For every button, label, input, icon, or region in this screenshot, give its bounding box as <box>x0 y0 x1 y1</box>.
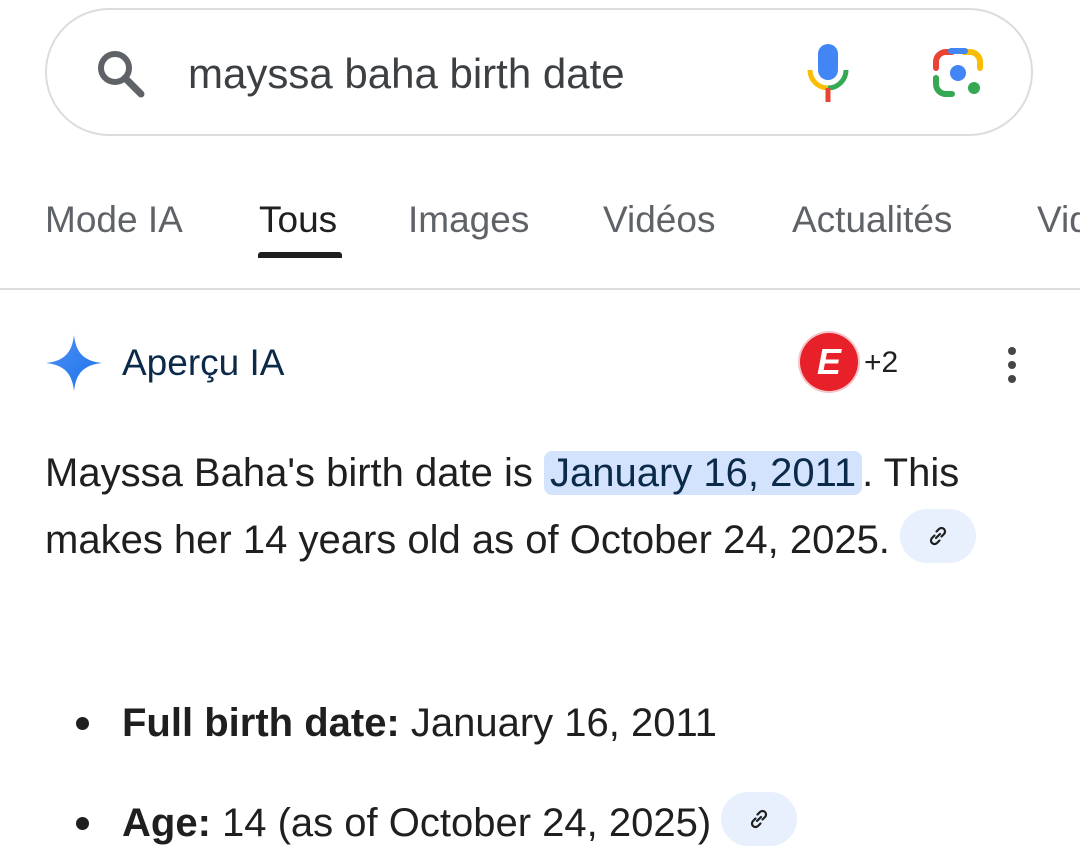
bullet-dot <box>76 817 89 830</box>
link-icon <box>751 810 768 829</box>
active-tab-indicator <box>258 252 342 258</box>
highlighted-answer[interactable]: January 16, 2011 <box>543 451 863 495</box>
tab-overflow[interactable]: Vid <box>1037 198 1080 242</box>
list-item: Full birth date: January 16, 2011 <box>0 690 1080 757</box>
bullet-label: Full birth date: <box>122 701 400 745</box>
bullet-dot <box>76 717 89 730</box>
citation-link-button[interactable] <box>721 792 798 847</box>
tab-tous[interactable]: Tous <box>259 198 337 242</box>
search-icon[interactable] <box>94 47 146 99</box>
bullet-value: January 16, 2011 <box>399 701 718 745</box>
tab-bar: Mode IA Tous Images Vidéos Actualités Vi… <box>0 188 1080 290</box>
citation-link-button[interactable] <box>899 509 976 564</box>
sparkle-icon <box>46 335 102 391</box>
link-icon <box>929 527 947 546</box>
lens-icon[interactable] <box>930 46 986 100</box>
ai-overview-header: Aperçu IA E +2 <box>0 325 1080 405</box>
more-vert-icon[interactable] <box>1002 345 1022 385</box>
ai-summary: Mayssa Baha's birth date is January 16, … <box>45 440 1045 574</box>
summary-text-before: Mayssa Baha's birth date is <box>45 451 544 495</box>
tab-images[interactable]: Images <box>408 198 529 242</box>
bullet-value: 14 (as of October 24, 2025) <box>210 801 712 845</box>
ai-overview-title: Aperçu IA <box>122 342 285 383</box>
bullet-label: Age: <box>122 801 211 845</box>
list-item: Age: 14 (as of October 24, 2025) <box>0 790 1080 857</box>
tab-actualites[interactable]: Actualités <box>792 198 952 242</box>
search-input[interactable]: mayssa baha birth date <box>188 48 625 100</box>
source-favicon[interactable]: E <box>800 333 858 391</box>
mic-icon[interactable] <box>806 42 850 104</box>
tab-videos[interactable]: Vidéos <box>603 198 715 242</box>
source-count[interactable]: +2 <box>864 345 898 381</box>
tab-mode-ia[interactable]: Mode IA <box>45 198 183 242</box>
